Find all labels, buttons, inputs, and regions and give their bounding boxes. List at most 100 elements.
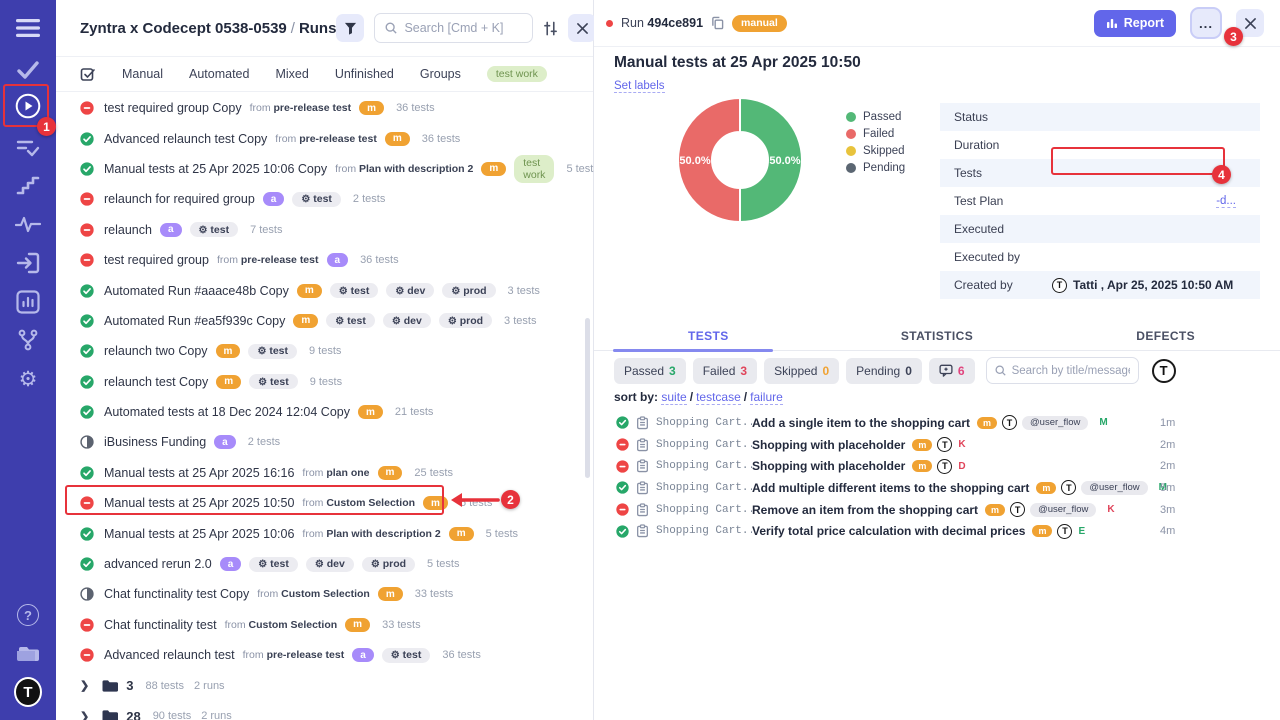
tab-mixed[interactable]: Mixed [275, 67, 308, 81]
run-list-item[interactable]: Manual tests at 25 Apr 2025 10:06 Copyfr… [56, 154, 593, 184]
run-list-item[interactable]: Advanced relaunch test Copyfrom pre-rele… [56, 123, 593, 153]
run-folder-row[interactable]: ❯388 tests2 runs [56, 670, 593, 700]
chevron-right-icon[interactable]: ❯ [80, 710, 89, 720]
legend-label: Passed [863, 111, 901, 123]
activity-icon[interactable] [14, 210, 42, 238]
tests-search[interactable] [986, 357, 1139, 384]
run-list-item[interactable]: test required groupfrom pre-release test… [56, 245, 593, 275]
run-list-item[interactable]: Chat functinality test Copyfrom Custom S… [56, 579, 593, 609]
chip-count: 0 [905, 364, 912, 378]
run-type-badge: a [160, 223, 182, 237]
chevron-right-icon[interactable]: ❯ [80, 679, 89, 692]
comments-filter-chip[interactable]: 6 [929, 358, 975, 384]
chart-legend: PassedFailedSkippedPending [846, 108, 905, 176]
run-type-badge: m [345, 618, 370, 632]
test-plan-link[interactable]: -d... [1216, 195, 1236, 208]
menu-icon[interactable] [14, 14, 42, 42]
run-list-item[interactable]: relaunch for required groupa⚙ test2 test… [56, 184, 593, 214]
run-info-table: StatusDurationTestsTest Plan-d...Execute… [940, 103, 1260, 299]
branch-icon[interactable] [14, 326, 42, 354]
more-actions-button[interactable]: ... [1192, 9, 1220, 37]
filter-chip-pending[interactable]: Pending 0 [846, 358, 922, 384]
run-list-item[interactable]: advanced rerun 2.0a⚙ test⚙ dev⚙ prod5 te… [56, 549, 593, 579]
tab-automated[interactable]: Automated [189, 67, 249, 81]
env-chip: ⚙ prod [439, 313, 492, 328]
sign-in-icon[interactable] [14, 249, 42, 277]
test-row[interactable]: Shopping Cart...Add a single item to the… [594, 412, 1280, 434]
test-row[interactable]: Shopping Cart...Add multiple different i… [594, 477, 1280, 499]
run-test-count: 2 tests [248, 436, 280, 448]
active-tab-underline [613, 349, 773, 352]
run-folder-row[interactable]: ❯2890 tests2 runs [56, 701, 593, 720]
test-row[interactable]: Shopping Cart...Shopping with placeholde… [594, 455, 1280, 477]
select-runs-icon[interactable] [80, 66, 96, 82]
run-test-count: 7 tests [250, 224, 282, 236]
run-list-item[interactable]: Advanced relaunch testfrom pre-release t… [56, 640, 593, 670]
steps-icon[interactable] [14, 171, 42, 199]
test-work-badge[interactable]: test work [487, 66, 547, 82]
passed-icon [80, 344, 94, 358]
run-list-item[interactable]: Manual tests at 25 Apr 2025 10:06from Pl… [56, 518, 593, 548]
copy-run-id-icon[interactable] [711, 16, 724, 30]
filter-chip-failed[interactable]: Failed 3 [693, 358, 757, 384]
tests-search-input[interactable] [1012, 365, 1130, 377]
avatar-t[interactable]: T [14, 678, 42, 706]
run-list-item[interactable]: test required group Copyfrom pre-release… [56, 93, 593, 123]
test-row[interactable]: Shopping Cart...Shopping with placeholde… [594, 434, 1280, 456]
run-list-item[interactable]: relauncha⚙ test7 tests [56, 215, 593, 245]
help-icon[interactable]: ? [14, 601, 42, 629]
tab-unfinished[interactable]: Unfinished [335, 67, 394, 81]
tab-statistics[interactable]: STATISTICS [823, 325, 1052, 350]
run-list-item[interactable]: Chat functinality testfrom Custom Select… [56, 610, 593, 640]
run-type-badge: a [263, 192, 285, 206]
created-by-value: TTatti , Apr 25, 2025 10:50 AM [1052, 278, 1233, 293]
sort-suite-link[interactable]: suite [661, 390, 686, 405]
folder-icon[interactable] [14, 640, 42, 668]
run-type-badge: m [449, 527, 474, 541]
test-row[interactable]: Shopping Cart...Remove an item from the … [594, 499, 1280, 521]
report-button[interactable]: Report [1094, 10, 1176, 37]
env-chip: ⚙ test [248, 344, 297, 359]
run-list-item[interactable]: Automated Run #aaace48b Copym⚙ test⚙ dev… [56, 275, 593, 305]
tab-groups[interactable]: Groups [420, 67, 461, 81]
run-list-item[interactable]: Automated Run #ea5f939c Copym⚙ test⚙ dev… [56, 306, 593, 336]
set-labels-link[interactable]: Set labels [614, 80, 665, 93]
run-test-count: 5 tests [486, 528, 518, 540]
env-chip: ⚙ dev [386, 283, 434, 298]
close-detail-button[interactable] [1236, 9, 1264, 37]
app-window: ⚙ ? T Zyntra x Codecept 0538-0539/Runs M… [0, 0, 1280, 720]
filter-chip-passed[interactable]: Passed 3 [614, 358, 686, 384]
tab-manual[interactable]: Manual [122, 67, 163, 81]
run-list-item[interactable]: iBusiness Fundinga2 tests [56, 427, 593, 457]
filter-chip-skipped[interactable]: Skipped 0 [764, 358, 839, 384]
test-row[interactable]: Shopping Cart...Verify total price calcu… [594, 520, 1280, 542]
close-runs-panel-button[interactable] [568, 14, 596, 42]
adjustments-icon[interactable] [543, 21, 558, 36]
sort-failure-link[interactable]: failure [750, 390, 783, 405]
test-duration: 5m [1160, 482, 1175, 494]
list-check-icon[interactable] [14, 134, 42, 162]
run-list-item[interactable]: Manual tests at 25 Apr 2025 10:50from Cu… [56, 488, 593, 518]
gear-icon[interactable]: ⚙ [14, 365, 42, 393]
run-list-item[interactable]: Manual tests at 25 Apr 2025 16:16from pl… [56, 458, 593, 488]
manual-badge: m [1036, 482, 1056, 494]
run-list-item[interactable]: relaunch test Copym⚙ test9 tests [56, 367, 593, 397]
tab-defects[interactable]: DEFECTS [1051, 325, 1280, 350]
scrollbar-thumb[interactable] [585, 318, 590, 478]
runs-search[interactable] [374, 13, 533, 43]
manual-badge: m [977, 417, 997, 429]
sort-testcase-link[interactable]: testcase [696, 390, 741, 405]
bar-chart-icon[interactable] [14, 288, 42, 316]
run-list-item[interactable]: relaunch two Copym⚙ test9 tests [56, 336, 593, 366]
gear-icon: ⚙ [339, 286, 348, 297]
runs-search-input[interactable] [404, 21, 522, 35]
chip-count: 3 [740, 364, 747, 378]
filter-button[interactable] [336, 14, 364, 42]
play-circle-icon[interactable] [14, 92, 42, 120]
assignee-avatar-t[interactable]: T [1152, 359, 1176, 383]
tab-tests[interactable]: TESTS [594, 325, 823, 350]
run-list-item[interactable]: Automated tests at 18 Dec 2024 12:04 Cop… [56, 397, 593, 427]
run-type-badge: m [216, 375, 241, 389]
check-icon[interactable] [14, 56, 42, 84]
legend-dot [846, 129, 856, 139]
